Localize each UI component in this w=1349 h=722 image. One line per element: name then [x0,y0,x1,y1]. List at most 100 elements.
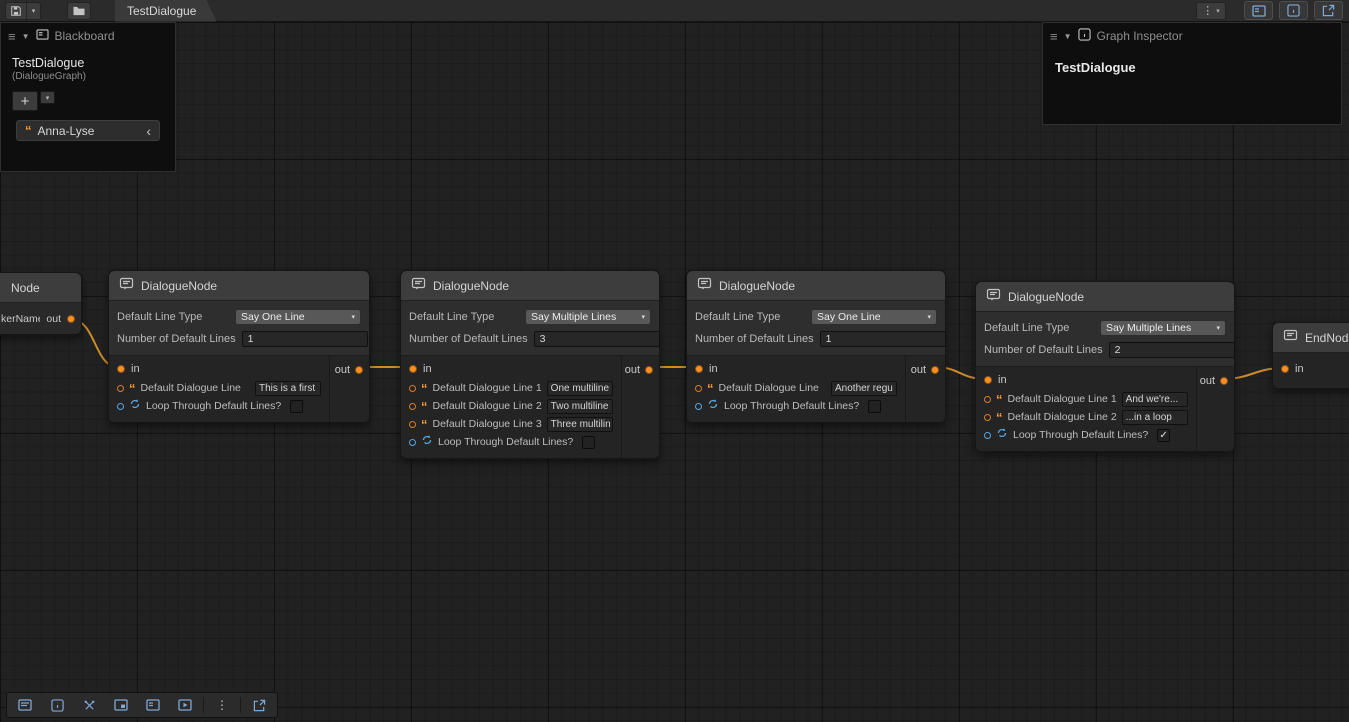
default-lines-count-field[interactable]: 1 [820,331,946,347]
port-in[interactable]: in [1273,361,1349,377]
quote-icon: “ [996,413,1003,422]
port-dot[interactable] [409,421,416,428]
dialogue-node-4[interactable]: DialogueNode Default Line Type Say Multi… [975,281,1235,452]
port-in[interactable]: in [109,361,329,377]
loop-icon [996,426,1008,444]
add-property-dropdown[interactable]: ▾ [40,91,55,104]
dialogue-node-3[interactable]: DialogueNode Default Line Type Say One L… [686,270,946,423]
line-type-dropdown[interactable]: Say One Line ▾ [811,309,937,325]
divider [240,697,241,713]
line-value-field[interactable]: One multiline [547,381,613,396]
line-value-field[interactable]: Two multiline [547,399,613,414]
port-dot[interactable] [984,432,991,439]
inspector-button[interactable] [43,695,71,715]
line-value-field[interactable]: This is a first [255,381,321,396]
port-dot[interactable] [695,403,702,410]
loop-checkbox[interactable] [582,436,595,449]
port-out[interactable]: out [625,362,653,378]
open-external-button[interactable] [245,695,273,715]
open-folder-button[interactable] [67,2,91,20]
blackboard-header[interactable]: ≡ ▼ Blackboard [1,23,175,49]
port-dot[interactable] [645,366,653,374]
menu-icon[interactable]: ≡ [8,29,16,44]
chevron-left-icon[interactable]: ‹ [146,126,151,136]
menu-icon[interactable]: ≡ [1050,29,1058,44]
port-dot[interactable] [117,403,124,410]
line-value-field[interactable]: Another regu [831,381,897,396]
port-out[interactable]: out [335,362,363,378]
default-lines-count-field[interactable]: 1 [242,331,368,347]
port-dot[interactable] [695,365,703,373]
line-type-dropdown[interactable]: Say Multiple Lines ▾ [525,309,651,325]
port-dot[interactable] [409,365,417,373]
console-button[interactable] [11,695,39,715]
default-lines-count-field[interactable]: 3 [534,331,660,347]
collapse-icon[interactable]: ▼ [1064,32,1072,41]
more-button[interactable]: ⋮ [208,695,236,715]
port-dot[interactable] [931,366,939,374]
port-dot[interactable] [409,439,416,446]
node-title: EndNode [1305,331,1349,345]
port-dot[interactable] [355,366,363,374]
port-out[interactable]: kerName out [0,303,81,334]
toolbar-more-button[interactable]: ⋮ ▾ [1196,2,1226,20]
default-lines-count-field[interactable]: 2 [1109,342,1235,358]
blackboard-field[interactable]: “ Anna-Lyse ‹ [16,120,160,141]
inspector-header[interactable]: ≡ ▼ Graph Inspector [1043,23,1341,49]
node-title-bar[interactable]: EndNode [1273,323,1349,353]
preview-button[interactable] [171,695,199,715]
port-label: in [998,374,1007,386]
toggle-preview-button[interactable] [1314,1,1343,20]
node-title-bar[interactable]: DialogueNode [687,271,945,301]
minimap-button[interactable] [107,695,135,715]
line-value-field[interactable]: ...in a loop [1122,410,1188,425]
loop-checkbox[interactable] [290,400,303,413]
tab-testdialogue[interactable]: TestDialogue [115,0,216,22]
port-dot[interactable] [117,385,124,392]
line-type-dropdown[interactable]: Say One Line ▾ [235,309,361,325]
kebab-icon: ⋮ [1202,4,1213,17]
blackboard-button[interactable] [139,695,167,715]
node-title-bar[interactable]: DialogueNode [109,271,369,301]
port-dot[interactable] [984,376,992,384]
port-in[interactable]: in [687,361,905,377]
port-out[interactable]: out [911,362,939,378]
port-dot[interactable] [1281,365,1289,373]
port-dot[interactable] [1220,377,1228,385]
node-title-bar[interactable]: DialogueNode [976,282,1234,312]
port-dot[interactable] [984,396,991,403]
port-dot[interactable] [117,365,125,373]
port-label: out [46,313,61,325]
start-node[interactable]: Node kerName out [0,272,82,335]
save-options-dropdown[interactable]: ▾ [27,2,41,20]
port-in[interactable]: in [976,372,1196,388]
port-dot[interactable] [409,385,416,392]
dialogue-node-2[interactable]: DialogueNode Default Line Type Say Multi… [400,270,660,459]
line-type-dropdown[interactable]: Say Multiple Lines ▾ [1100,320,1226,336]
port-dot[interactable] [984,414,991,421]
port-out[interactable]: out [1200,373,1228,389]
loop-checkbox[interactable] [868,400,881,413]
end-node[interactable]: EndNode in [1272,322,1349,389]
toggle-inspector-button[interactable] [1279,1,1308,20]
node-title: DialogueNode [141,279,217,293]
collapse-icon[interactable]: ▼ [22,32,30,41]
toggle-blackboard-button[interactable] [1244,1,1273,20]
line-value-field[interactable]: Three multilin [547,417,613,432]
node-title-bar[interactable]: DialogueNode [401,271,659,301]
add-property-button[interactable]: + [12,91,38,111]
tools-button[interactable] [75,695,103,715]
node-title-bar[interactable]: Node [0,273,81,303]
node-properties: Default Line Type Say Multiple Lines ▾ N… [976,312,1234,367]
port-in[interactable]: in [401,361,621,377]
line-value-field[interactable]: And we're... [1122,392,1188,407]
port-dot[interactable] [409,403,416,410]
port-label: in [709,363,718,375]
port-dot[interactable] [695,385,702,392]
port-label: in [1295,363,1304,375]
port-dot[interactable] [67,315,75,323]
inspector-graph-title: TestDialogue [1043,49,1341,86]
dialogue-node-1[interactable]: DialogueNode Default Line Type Say One L… [108,270,370,423]
save-button[interactable] [5,2,27,20]
loop-checkbox[interactable]: ✓ [1157,429,1170,442]
